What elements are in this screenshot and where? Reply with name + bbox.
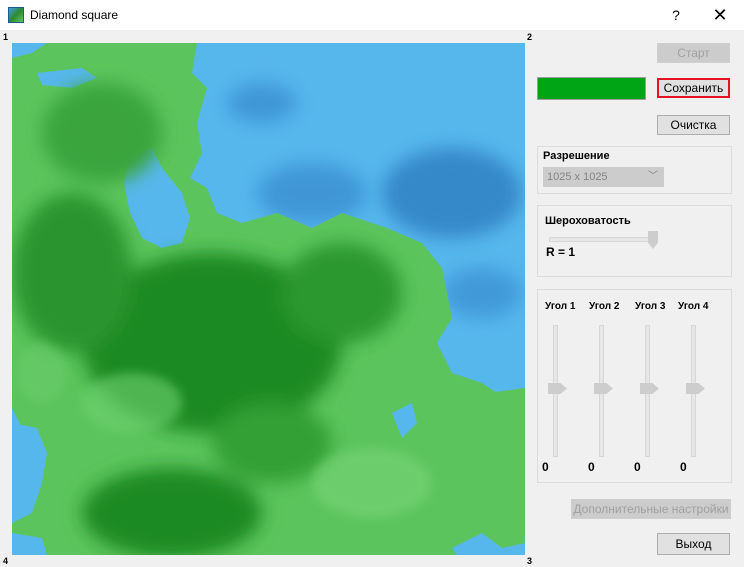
roughness-slider-track[interactable] xyxy=(549,237,657,242)
clear-button[interactable]: Очистка xyxy=(657,115,730,135)
roughness-value: R = 1 xyxy=(546,245,576,259)
advanced-settings-button[interactable]: Дополнительные настройки xyxy=(571,499,731,519)
start-button[interactable]: Старт xyxy=(657,43,730,63)
corner-1-value: 0 xyxy=(542,460,549,474)
chevron-down-icon: ﹀ xyxy=(648,171,658,182)
corner-4-value: 0 xyxy=(680,460,687,474)
roughness-label: Шероховатость xyxy=(545,215,631,227)
corners-group xyxy=(537,289,732,483)
corner-3-label: Угол 3 xyxy=(635,301,666,312)
corner-2-value: 0 xyxy=(588,460,595,474)
window-title: Diamond square xyxy=(30,8,119,22)
corner-label-4: 4 xyxy=(3,556,9,566)
corner-label-1: 1 xyxy=(3,32,9,42)
title-bar: Diamond square ? ✕ xyxy=(0,0,744,30)
terrain-map[interactable] xyxy=(12,43,525,555)
save-button[interactable]: Сохранить xyxy=(657,78,730,98)
terrain-image xyxy=(12,43,525,555)
corner-label-3: 3 xyxy=(527,556,533,566)
corner-4-label: Угол 4 xyxy=(678,301,709,312)
corner-3-value: 0 xyxy=(634,460,641,474)
resolution-select[interactable]: 1025 x 1025 ﹀ xyxy=(543,167,664,187)
color-swatch[interactable] xyxy=(537,77,646,100)
help-button[interactable]: ? xyxy=(662,3,690,27)
exit-button[interactable]: Выход xyxy=(657,533,730,555)
resolution-value: 1025 x 1025 xyxy=(547,171,608,183)
corner-1-label: Угол 1 xyxy=(545,301,576,312)
corner-2-label: Угол 2 xyxy=(589,301,620,312)
app-icon xyxy=(8,7,24,23)
resolution-label: Разрешение xyxy=(543,150,610,162)
corner-label-2: 2 xyxy=(527,32,533,42)
close-button[interactable]: ✕ xyxy=(706,3,734,27)
